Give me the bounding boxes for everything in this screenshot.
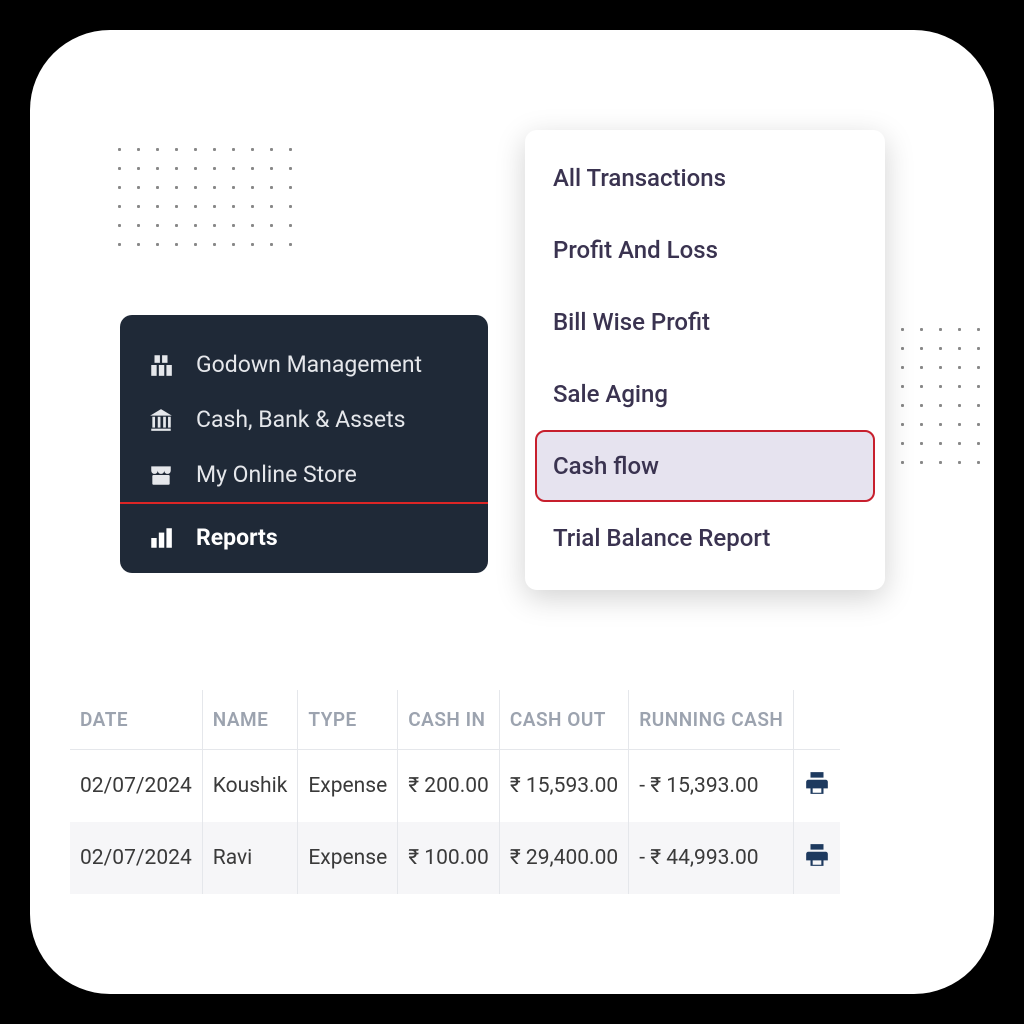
sidebar-item-cash-bank-assets[interactable]: Cash, Bank & Assets (120, 392, 488, 447)
cell-name: Ravi (202, 822, 298, 894)
decorative-dots (110, 140, 300, 260)
table-header-row: DATE NAME TYPE CASH IN CASH OUT RUNNING … (70, 690, 840, 750)
bank-icon (148, 407, 174, 433)
menu-item-bill-wise-profit[interactable]: Bill Wise Profit (535, 286, 875, 358)
cell-print (794, 822, 841, 894)
menu-item-cash-flow[interactable]: Cash flow (535, 430, 875, 502)
cell-type: Expense (298, 750, 398, 823)
table-row: 02/07/2024 Koushik Expense ₹ 200.00 ₹ 15… (70, 750, 840, 823)
cell-cash-in: ₹ 200.00 (398, 750, 500, 823)
cell-cash-out: ₹ 15,593.00 (499, 750, 628, 823)
menu-item-trial-balance[interactable]: Trial Balance Report (535, 502, 875, 574)
store-icon (148, 462, 174, 488)
col-actions (794, 690, 841, 750)
sidebar-item-online-store[interactable]: My Online Store (120, 447, 488, 502)
col-cash-out: CASH OUT (499, 690, 628, 750)
print-icon[interactable] (804, 850, 830, 874)
cell-type: Expense (298, 822, 398, 894)
col-date: DATE (70, 690, 202, 750)
sidebar: Godown Management Cash, Bank & Assets My… (120, 315, 488, 573)
sidebar-item-label: Reports (196, 524, 278, 551)
bars-icon (148, 525, 174, 551)
cell-running: - ₹ 44,993.00 (629, 822, 794, 894)
cell-date: 02/07/2024 (70, 822, 202, 894)
cell-print (794, 750, 841, 823)
sidebar-item-label: My Online Store (196, 461, 357, 488)
building-icon (148, 352, 174, 378)
col-running: RUNNING CASH (629, 690, 794, 750)
sidebar-item-label: Godown Management (196, 351, 422, 378)
print-icon[interactable] (804, 778, 830, 802)
sidebar-item-reports[interactable]: Reports (120, 502, 488, 573)
sidebar-item-label: Cash, Bank & Assets (196, 406, 406, 433)
col-name: NAME (202, 690, 298, 750)
col-cash-in: CASH IN (398, 690, 500, 750)
menu-item-sale-aging[interactable]: Sale Aging (535, 358, 875, 430)
reports-menu: All Transactions Profit And Loss Bill Wi… (525, 130, 885, 590)
cell-cash-out: ₹ 29,400.00 (499, 822, 628, 894)
menu-item-profit-and-loss[interactable]: Profit And Loss (535, 214, 875, 286)
cell-running: - ₹ 15,393.00 (629, 750, 794, 823)
menu-item-all-transactions[interactable]: All Transactions (535, 142, 875, 214)
cell-name: Koushik (202, 750, 298, 823)
table-row: 02/07/2024 Ravi Expense ₹ 100.00 ₹ 29,40… (70, 822, 840, 894)
col-type: TYPE (298, 690, 398, 750)
cell-cash-in: ₹ 100.00 (398, 822, 500, 894)
app-card: Godown Management Cash, Bank & Assets My… (30, 30, 994, 994)
sidebar-item-godown[interactable]: Godown Management (120, 337, 488, 392)
cell-date: 02/07/2024 (70, 750, 202, 823)
cash-flow-table: DATE NAME TYPE CASH IN CASH OUT RUNNING … (70, 690, 840, 894)
decorative-dots (874, 320, 994, 480)
